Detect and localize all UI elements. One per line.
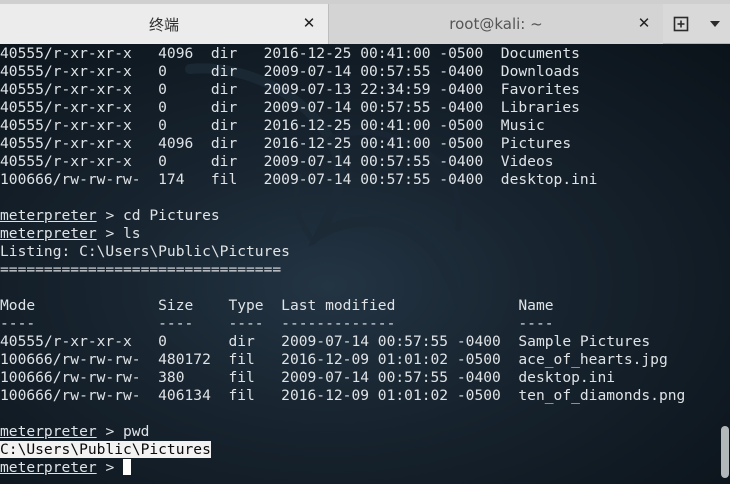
prompt-line: meterpreter > cd Pictures [0,207,685,225]
terminal-line: 40555/r-xr-xr-x 4096 dir 2016-12-25 00:4… [0,45,580,62]
terminal-line: 100666/rw-rw-rw- 174 fil 2009-07-14 00:5… [0,171,598,188]
text-cursor [123,459,132,475]
scrollbar-thumb[interactable] [721,426,729,478]
chevron-down-icon [710,21,720,27]
selected-text[interactable]: C:\Users\Public\Pictures [0,441,211,458]
command-text: ls [123,225,141,242]
prompt-label: meterpreter [0,225,97,242]
tab-menu-button[interactable] [698,4,730,44]
prompt-separator: > [96,459,124,476]
terminal-line: 40555/r-xr-xr-x 0 dir 2009-07-14 00:57:5… [0,63,580,80]
new-tab-icon [673,16,689,32]
tab-title: root@kali: ~ [449,15,543,33]
terminal-line: 40555/r-xr-xr-x 0 dir 2009-07-14 00:57:5… [0,333,651,350]
terminal-line: 40555/r-xr-xr-x 0 dir 2009-07-13 22:34:5… [0,81,580,98]
tab-terminal-active[interactable]: 终端 ✕ [0,4,329,44]
close-icon[interactable]: ✕ [300,14,318,32]
prompt-line: meterpreter > ls [0,225,685,243]
terminal-line: 100666/rw-rw-rw- 380 fil 2009-07-14 00:5… [0,369,616,386]
prompt-separator: > [96,207,124,224]
prompt-separator: > [96,423,124,440]
terminal-line: 40555/r-xr-xr-x 4096 dir 2016-12-25 00:4… [0,135,572,152]
prompt-label: meterpreter [0,459,97,476]
close-icon[interactable]: ✕ [635,14,653,32]
terminal-line: 100666/rw-rw-rw- 480172 fil 2016-12-09 0… [0,351,668,368]
prompt-label: meterpreter [0,207,97,224]
terminal-line: Listing: C:\Users\Public\Pictures [0,243,290,260]
terminal-line: ---- ---- ---- ------------- ---- [0,315,554,332]
tab-root-kali[interactable]: root@kali: ~ ✕ [329,4,663,44]
terminal-line: 100666/rw-rw-rw- 406134 fil 2016-12-09 0… [0,387,686,404]
terminal-line: 40555/r-xr-xr-x 0 dir 2009-07-14 00:57:5… [0,99,580,116]
prompt-line-current[interactable]: meterpreter > [0,459,685,477]
terminal-line: ================================ [0,261,282,278]
terminal-line: 40555/r-xr-xr-x 0 dir 2016-12-25 00:41:0… [0,117,545,134]
prompt-label: meterpreter [0,423,97,440]
tab-title: 终端 [148,15,179,34]
command-text: pwd [123,423,150,440]
terminal-output: 40555/r-xr-xr-x 4096 dir 2016-12-25 00:4… [0,45,685,477]
prompt-separator: > [96,225,124,242]
pwd-output-line: C:\Users\Public\Pictures [0,441,685,459]
prompt-line: meterpreter > pwd [0,423,685,441]
terminal-scrollbar[interactable] [720,44,730,484]
terminal-line: Mode Size Type Last modified Name [0,297,554,314]
new-tab-button[interactable] [664,4,698,44]
terminal-line: 40555/r-xr-xr-x 0 dir 2009-07-14 00:57:5… [0,153,554,170]
terminal-view[interactable]: 40555/r-xr-xr-x 4096 dir 2016-12-25 00:4… [0,44,730,484]
command-text: cd Pictures [123,207,220,224]
tab-bar: 终端 ✕ root@kali: ~ ✕ [0,4,730,44]
